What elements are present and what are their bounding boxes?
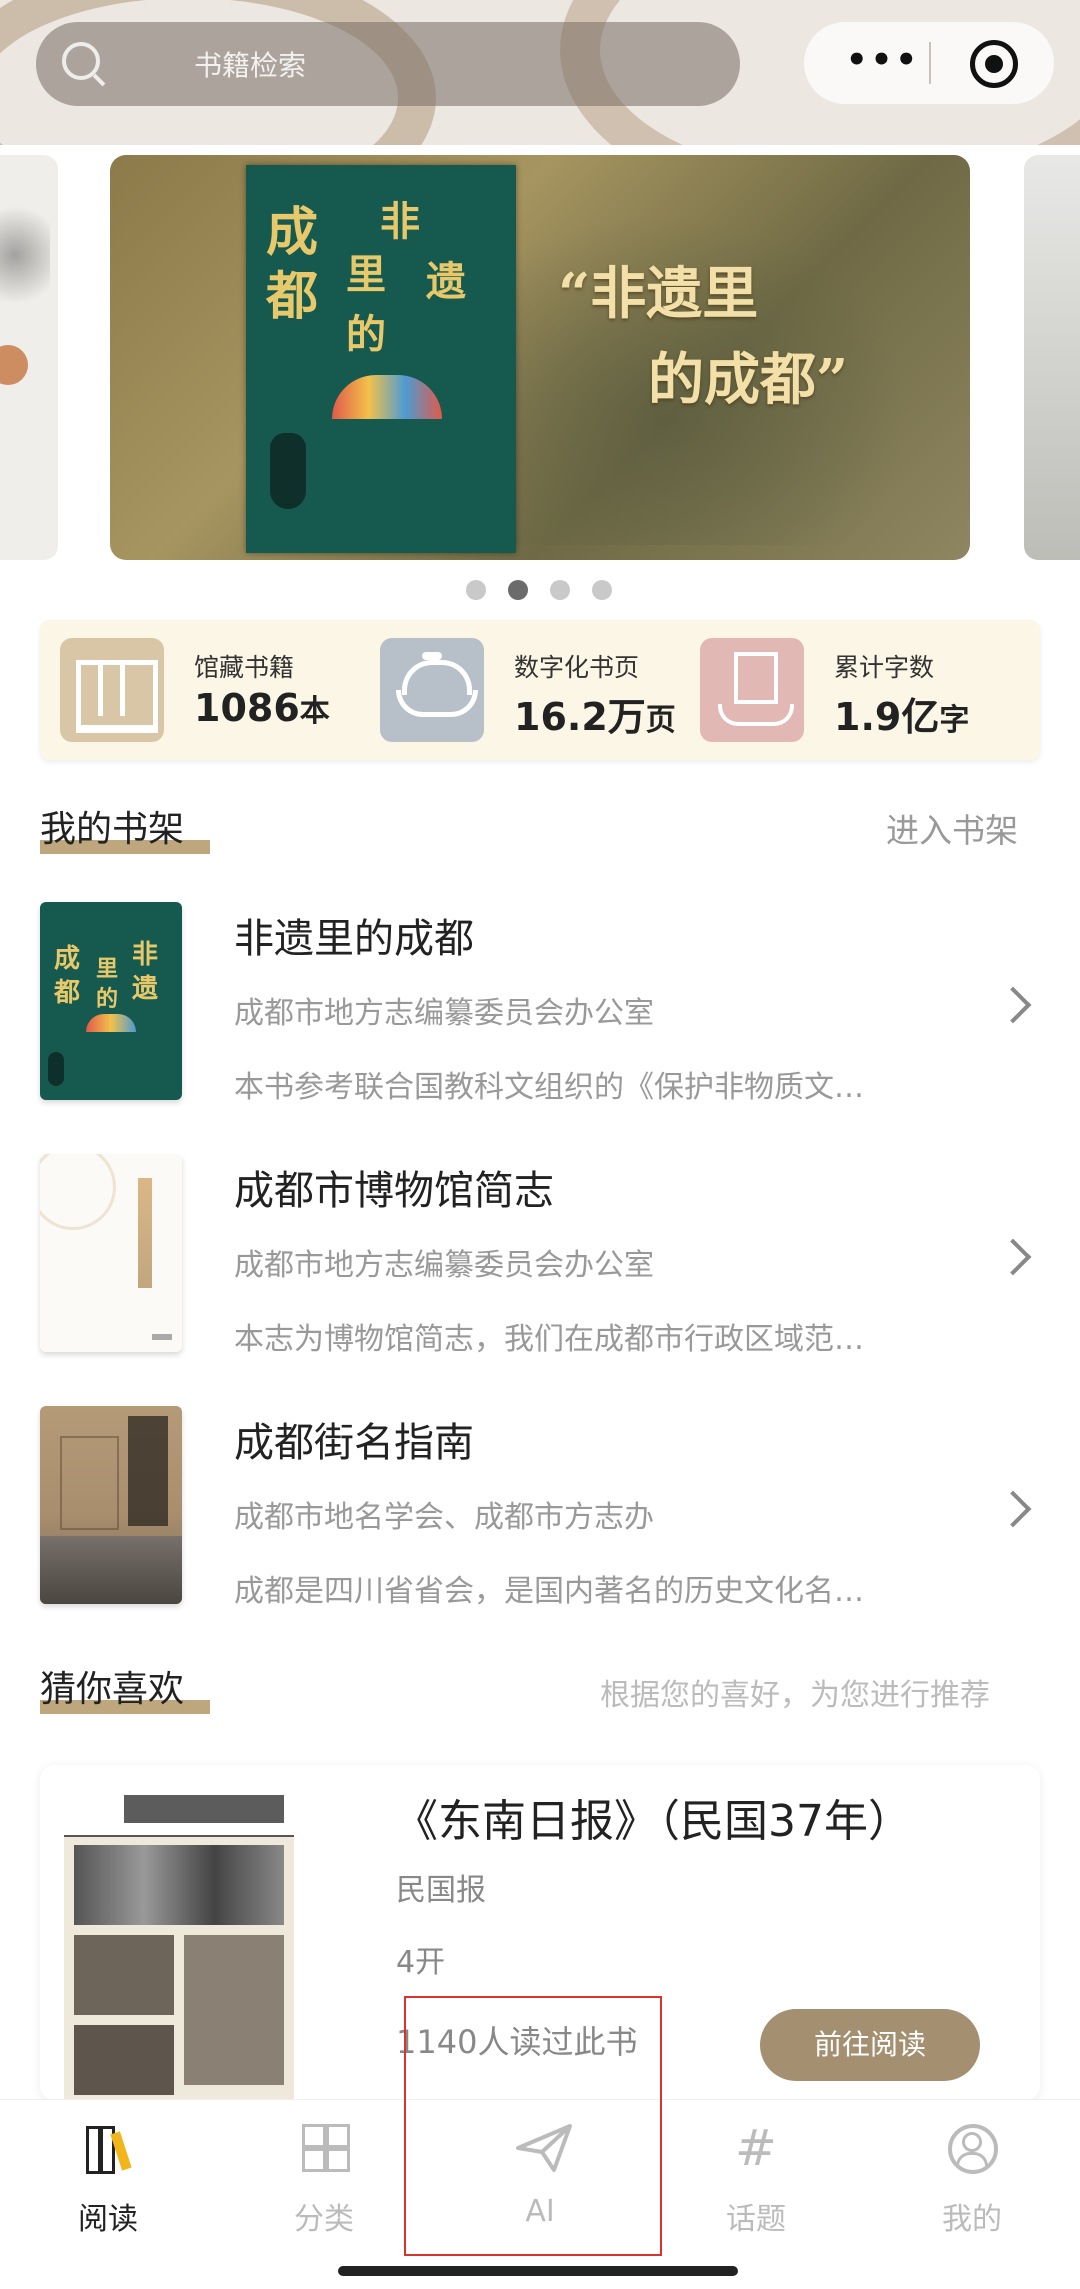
carousel-dot-active[interactable]: [508, 580, 528, 600]
chevron-right-icon: [994, 986, 1032, 1024]
library-stats: 馆藏书籍 1086本 数字化书页 16.2万页 累计字数 1.9亿字: [40, 620, 1040, 760]
book-desc: 本志为博物馆简志，我们在成都市行政区域范…: [234, 1322, 864, 1357]
user-icon: [946, 2122, 998, 2174]
bookshelf-icon: [60, 638, 164, 742]
book-title: 成都街名指南: [234, 1420, 474, 1466]
ai-tab-highlight-box: [404, 1996, 662, 2256]
carousel-banner[interactable]: 非 成都 里的 遗 “非遗里 的成都”: [110, 155, 970, 560]
stat-value: 1086本: [194, 686, 330, 730]
tea-bowl-icon: [380, 638, 484, 742]
newspaper-cover: [64, 1785, 294, 2100]
enter-shelf-link[interactable]: 进入书架: [886, 804, 1018, 852]
vase-illustration: [270, 433, 306, 509]
recommend-book-title: 《东南日报》（民国37年）: [394, 1796, 912, 1847]
cover-title-char: 非: [380, 198, 420, 245]
book-cover: 成都 里的 非遗: [40, 902, 182, 1100]
carousel-dot[interactable]: [550, 580, 570, 600]
tab-label: 话题: [726, 2202, 786, 2237]
chevron-right-icon: [994, 1490, 1032, 1528]
stat-value: 16.2万页: [514, 695, 676, 739]
hash-icon: #: [735, 2119, 777, 2177]
stat-books: 馆藏书籍 1086本: [60, 638, 380, 744]
cover-title-text: 成都: [266, 202, 319, 327]
recommend-book-category: 民国报: [396, 1873, 486, 1908]
top-header: 书籍检索 •••: [0, 0, 1080, 145]
capsule-divider: [929, 42, 931, 84]
book-cover: [40, 1154, 182, 1352]
tab-label: 分类: [294, 2202, 354, 2237]
tab-label: 阅读: [78, 2202, 138, 2237]
search-icon: [62, 42, 100, 80]
carousel-next-card[interactable]: [1024, 155, 1080, 560]
shelf-book-item[interactable]: 成都 里的 非遗 非遗里的成都 成都市地方志编纂委员会办公室 本书参考联合国教科…: [40, 902, 1040, 1107]
book-author: 成都市地名学会、成都市方志办: [234, 1500, 654, 1535]
book-title: 成都市博物馆简志: [234, 1168, 554, 1214]
books-icon: [82, 2122, 134, 2174]
tab-mine[interactable]: 我的: [902, 2122, 1042, 2237]
record-icon[interactable]: [970, 40, 1018, 88]
stat-words: 累计字数 1.9亿字: [700, 638, 1020, 744]
book-desc: 本书参考联合国教科文组织的《保护非物质文…: [234, 1070, 864, 1105]
fan-illustration: [332, 375, 442, 419]
more-dots-icon[interactable]: •••: [838, 43, 928, 78]
carousel-dot[interactable]: [466, 580, 486, 600]
mini-program-capsule: •••: [804, 22, 1054, 104]
home-indicator[interactable]: [338, 2266, 738, 2276]
book-author: 成都市地方志编纂委员会办公室: [234, 1248, 654, 1283]
search-bar[interactable]: 书籍检索: [36, 22, 740, 106]
banner-book-cover: 非 成都 里的 遗: [246, 165, 516, 553]
chevron-right-icon: [994, 1238, 1032, 1276]
tab-topic[interactable]: # 话题: [686, 2119, 826, 2237]
book-desc: 成都是四川省省会，是国内著名的历史文化名…: [234, 1574, 864, 1609]
book-title: 非遗里的成都: [234, 916, 474, 962]
recommend-book-size: 4开: [396, 1945, 446, 1980]
carousel-dot[interactable]: [592, 580, 612, 600]
tab-category[interactable]: 分类: [254, 2122, 394, 2237]
tab-label: 我的: [942, 2202, 1002, 2237]
tab-read[interactable]: 阅读: [38, 2122, 178, 2237]
stat-pages: 数字化书页 16.2万页: [380, 638, 700, 744]
book-cover: [40, 1406, 182, 1604]
banner-overlay-text: “非遗里 的成都”: [558, 261, 849, 413]
carousel-prev-card[interactable]: [0, 155, 58, 560]
stat-label: 馆藏书籍: [194, 653, 295, 682]
search-placeholder: 书籍检索: [194, 49, 307, 82]
book-author: 成都市地方志编纂委员会办公室: [234, 996, 654, 1031]
go-read-button[interactable]: 前往阅读: [760, 2009, 980, 2081]
grid-icon: [298, 2122, 350, 2174]
section-title-my-shelf: 我的书架: [40, 809, 185, 850]
section-title-recommend: 猜你喜欢: [40, 1669, 185, 1710]
carousel-indicator: [0, 580, 1080, 600]
hand-book-icon: [700, 638, 804, 742]
shelf-book-item[interactable]: 成都市博物馆简志 成都市地方志编纂委员会办公室 本志为博物馆简志，我们在成都市行…: [40, 1154, 1040, 1359]
shelf-book-item[interactable]: 成都街名指南 成都市地名学会、成都市方志办 成都是四川省省会，是国内著名的历史文…: [40, 1406, 1040, 1611]
recommend-hint: 根据您的喜好，为您进行推荐: [600, 1678, 990, 1713]
stat-value: 1.9亿字: [834, 695, 970, 739]
stat-label: 累计字数: [834, 653, 935, 682]
stat-label: 数字化书页: [514, 653, 640, 682]
